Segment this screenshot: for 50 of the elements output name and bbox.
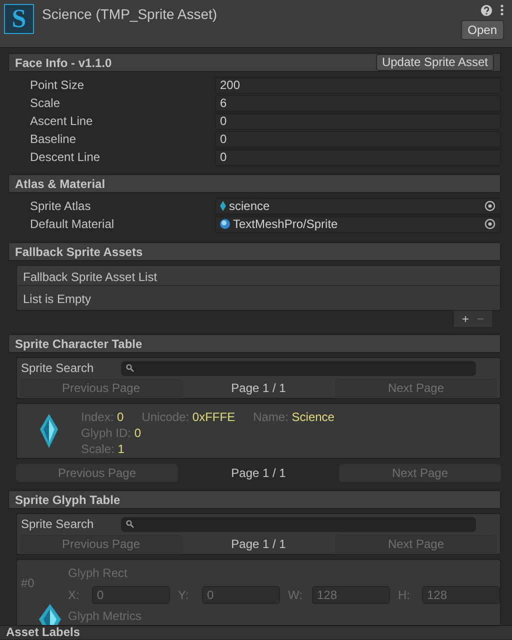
- sprite-icon: [220, 201, 226, 211]
- section-header[interactable]: Sprite Character Table: [8, 334, 501, 353]
- field-label: Default Material: [30, 216, 116, 233]
- section-title: Face Info - v1.1.0: [15, 54, 112, 72]
- more-icon[interactable]: [500, 4, 504, 16]
- footer-title: Asset Labels: [0, 625, 512, 639]
- page-indicator: Page 1 / 1: [230, 380, 287, 397]
- search-label: Sprite Search: [21, 516, 95, 533]
- asset-title: Science (TMP_Sprite Asset): [42, 5, 218, 24]
- field-label: Descent Line: [30, 149, 102, 166]
- section-title: Sprite Glyph Table: [15, 492, 120, 508]
- add-button[interactable]: +: [462, 310, 469, 328]
- list-header: Fallback Sprite Asset List: [17, 266, 500, 286]
- section-header[interactable]: Fallback Sprite Assets: [8, 242, 501, 261]
- section-header[interactable]: Sprite Glyph Table: [8, 490, 501, 509]
- search-field[interactable]: [121, 360, 476, 376]
- field-label: Ascent Line: [30, 113, 94, 130]
- empty-message: List is Empty: [22, 291, 92, 308]
- picker-icon[interactable]: [484, 218, 496, 230]
- field-label: Scale: [30, 95, 62, 112]
- number-field[interactable]: 0: [215, 112, 501, 130]
- number-field[interactable]: 0: [215, 148, 501, 166]
- crystal-icon: [40, 414, 58, 448]
- search-icon: [126, 520, 134, 528]
- object-field[interactable]: TextMeshPro/Sprite: [215, 216, 501, 232]
- help-icon[interactable]: [481, 4, 492, 16]
- update-button[interactable]: Update Sprite Asset: [376, 54, 494, 71]
- field-value: science: [229, 198, 271, 214]
- number-field[interactable]: 6: [215, 94, 501, 112]
- picker-icon[interactable]: [484, 200, 496, 212]
- field-label: Point Size: [30, 77, 86, 94]
- search-field[interactable]: [121, 516, 476, 532]
- section-title: Atlas & Material: [15, 176, 106, 192]
- section-title: Sprite Character Table: [15, 336, 142, 352]
- page-indicator: Page 1 / 1: [230, 465, 287, 482]
- search-label: Sprite Search: [21, 360, 95, 377]
- field-label: Baseline: [30, 131, 78, 148]
- section-header[interactable]: Face Info - v1.1.0 Update Sprite Asset: [8, 53, 501, 72]
- field-label: Sprite Atlas: [30, 198, 92, 215]
- field-value: TextMeshPro/Sprite: [233, 216, 339, 232]
- section-title: Fallback Sprite Assets: [15, 244, 143, 260]
- page-indicator: Page 1 / 1: [230, 536, 287, 553]
- section-header[interactable]: Atlas & Material: [8, 174, 501, 193]
- logo-icon: S: [4, 4, 34, 34]
- open-button[interactable]: Open: [460, 20, 504, 40]
- number-field[interactable]: 0: [215, 130, 501, 148]
- object-field[interactable]: science: [215, 198, 501, 214]
- search-icon: [126, 364, 134, 372]
- material-icon: [220, 219, 230, 229]
- number-field[interactable]: 200: [215, 76, 501, 94]
